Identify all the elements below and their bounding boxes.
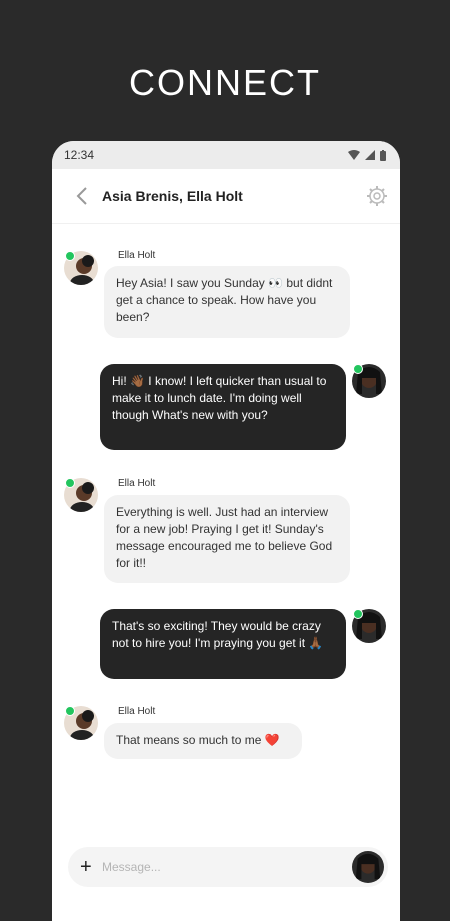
status-bar: 12:34 [52, 141, 400, 169]
my-avatar[interactable] [352, 851, 384, 883]
signal-icon [365, 150, 375, 160]
sender-name: Ella Holt [118, 250, 156, 261]
online-indicator [353, 609, 363, 619]
avatar-asia[interactable] [352, 364, 386, 398]
message-bubble-outgoing: Hi! 👋🏾 I know! I left quicker than usual… [100, 364, 346, 450]
chat-header: Asia Brenis, Ella Holt [52, 169, 400, 224]
battery-icon [380, 149, 386, 161]
online-indicator [65, 478, 75, 488]
online-indicator [353, 364, 363, 374]
message-bubble-incoming: Hey Asia! I saw you Sunday 👀 but didnt g… [104, 266, 350, 338]
online-indicator [65, 251, 75, 261]
status-time: 12:34 [64, 148, 95, 162]
sender-name: Ella Holt [118, 478, 156, 489]
phone-screen: 12:34 Asia Brenis, Ella Holt Ella Holt H… [52, 141, 400, 921]
avatar-ella[interactable] [64, 251, 98, 285]
settings-button[interactable] [366, 185, 388, 212]
sender-name: Ella Holt [118, 706, 156, 717]
status-icons [348, 149, 386, 161]
plus-icon[interactable]: + [80, 856, 94, 879]
message-composer: + [68, 847, 388, 887]
chat-title: Asia Brenis, Ella Holt [102, 188, 243, 204]
message-bubble-incoming: Everything is well. Just had an intervie… [104, 495, 350, 583]
message-input[interactable] [100, 859, 334, 875]
app-headline: CONNECT [129, 62, 321, 103]
avatar-ella[interactable] [64, 478, 98, 512]
gear-icon [367, 186, 387, 206]
avatar-ella[interactable] [64, 706, 98, 740]
avatar-asia[interactable] [352, 609, 386, 643]
back-button[interactable] [62, 186, 102, 206]
message-bubble-outgoing: That's so exciting! They would be crazy … [100, 609, 346, 679]
online-indicator [65, 706, 75, 716]
chevron-left-icon [76, 187, 87, 205]
message-bubble-incoming: That means so much to me ❤️ [104, 723, 302, 759]
wifi-icon [348, 150, 360, 160]
